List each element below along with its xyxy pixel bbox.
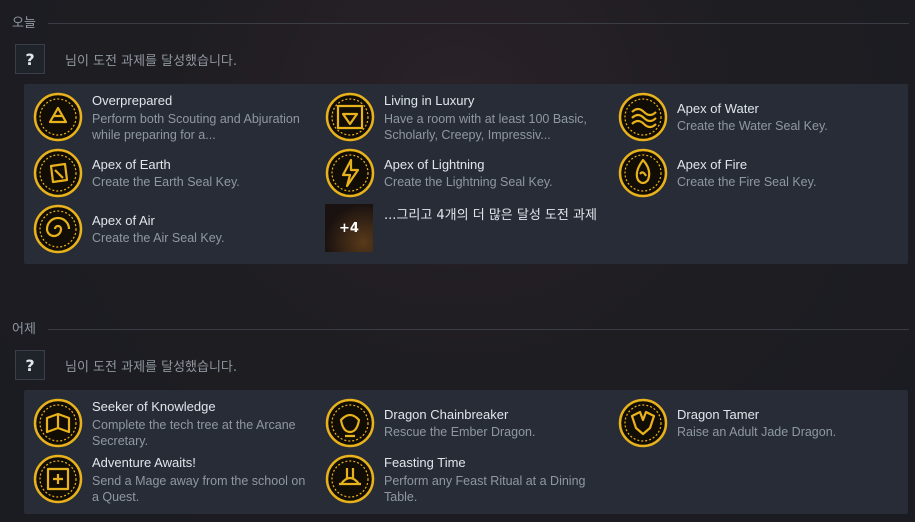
achievement-desc: Rescue the Ember Dragon. [384, 425, 536, 439]
achievement-title: Seeker of Knowledge [92, 399, 216, 414]
achievement-item[interactable]: Adventure Awaits! Send a Mage away from … [24, 452, 306, 504]
achievement-panel-yesterday: Seeker of Knowledge Complete the tech tr… [24, 390, 908, 514]
achievement-item[interactable]: Dragon Tamer Raise an Adult Jade Dragon. [609, 396, 889, 448]
achievement-title: Apex of Earth [92, 157, 171, 172]
achievement-desc: Send a Mage away from the school on a Qu… [92, 474, 306, 504]
fire-seal-icon [618, 148, 668, 198]
dragon-head-icon [618, 398, 668, 448]
dragon-chain-icon [325, 398, 375, 448]
divider [48, 23, 909, 24]
day-header-today: 오늘 [0, 12, 915, 32]
achievement-title: Apex of Air [92, 213, 155, 228]
achievement-item[interactable]: Living in Luxury Have a room with at lea… [316, 90, 596, 142]
achievement-item[interactable]: Apex of Earth Create the Earth Seal Key. [24, 146, 304, 198]
more-achievements[interactable]: +4 ...그리고 4개의 더 많은 달성 도전 과제 [316, 202, 597, 254]
achievement-item[interactable]: Seeker of Knowledge Complete the tech tr… [24, 396, 304, 448]
achievement-title: Dragon Tamer [677, 407, 760, 422]
achievement-item[interactable]: Apex of Air Create the Air Seal Key. [24, 202, 304, 254]
day-label: 오늘 [12, 16, 36, 31]
day-label: 어제 [12, 322, 36, 337]
more-achievements-text: ...그리고 4개의 더 많은 달성 도전 과제 [384, 208, 597, 223]
achievement-title: Apex of Lightning [384, 157, 485, 172]
owl-seal-icon [33, 92, 83, 142]
earth-seal-icon [33, 148, 83, 198]
achievement-desc: Have a room with at least 100 Basic, Sch… [384, 112, 587, 142]
achievement-desc: Create the Air Seal Key. [92, 231, 225, 245]
achievement-item[interactable]: Dragon Chainbreaker Rescue the Ember Dra… [316, 396, 596, 448]
achievement-item[interactable]: Apex of Water Create the Water Seal Key. [609, 90, 889, 142]
achievement-desc: Create the Lightning Seal Key. [384, 175, 553, 189]
achievement-item[interactable]: Feasting Time Perform any Feast Ritual a… [316, 452, 596, 504]
achievement-title: Overprepared [92, 93, 173, 108]
achievement-desc: Complete the tech tree at the Arcane Sec… [92, 418, 296, 448]
avatar[interactable]: ? [15, 44, 45, 74]
activity-text: 님이 도전 과제를 달성했습니다. [65, 54, 238, 69]
day-header-yesterday: 어제 [0, 318, 915, 338]
achievement-desc: Perform any Feast Ritual at a Dining Tab… [384, 474, 586, 504]
achievement-item[interactable]: Apex of Lightning Create the Lightning S… [316, 146, 596, 198]
achievement-title: Living in Luxury [384, 93, 475, 108]
avatar[interactable]: ? [15, 350, 45, 380]
achievement-title: Apex of Fire [677, 157, 748, 172]
achievement-title: Feasting Time [384, 455, 466, 470]
achievement-desc: Create the Water Seal Key. [677, 119, 828, 133]
book-seal-icon [33, 398, 83, 448]
activity-row: ? 님이 도전 과제를 달성했습니다. [15, 44, 895, 74]
achievement-desc: Create the Fire Seal Key. [677, 175, 817, 189]
achievement-panel-today: Overprepared Perform both Scouting and A… [24, 84, 908, 264]
achievement-item[interactable]: Overprepared Perform both Scouting and A… [24, 90, 304, 142]
achievement-desc: Raise an Adult Jade Dragon. [677, 425, 837, 439]
activity-text: 님이 도전 과제를 달성했습니다. [65, 360, 238, 375]
achievement-title: Dragon Chainbreaker [384, 407, 509, 422]
activity-row: ? 님이 도전 과제를 달성했습니다. [15, 350, 895, 380]
achievement-title: Adventure Awaits! [92, 455, 196, 470]
achievement-desc: Create the Earth Seal Key. [92, 175, 240, 189]
achievement-title: Apex of Water [677, 101, 759, 116]
feast-icon [325, 454, 375, 504]
water-seal-icon [618, 92, 668, 142]
air-seal-icon [33, 204, 83, 254]
more-count-badge: +4 [325, 204, 373, 252]
adventure-icon [33, 454, 83, 504]
divider [48, 329, 909, 330]
lightning-seal-icon [325, 148, 375, 198]
achievement-desc: Perform both Scouting and Abjuration whi… [92, 112, 300, 142]
gem-frame-icon [325, 92, 375, 142]
achievement-item[interactable]: Apex of Fire Create the Fire Seal Key. [609, 146, 889, 198]
